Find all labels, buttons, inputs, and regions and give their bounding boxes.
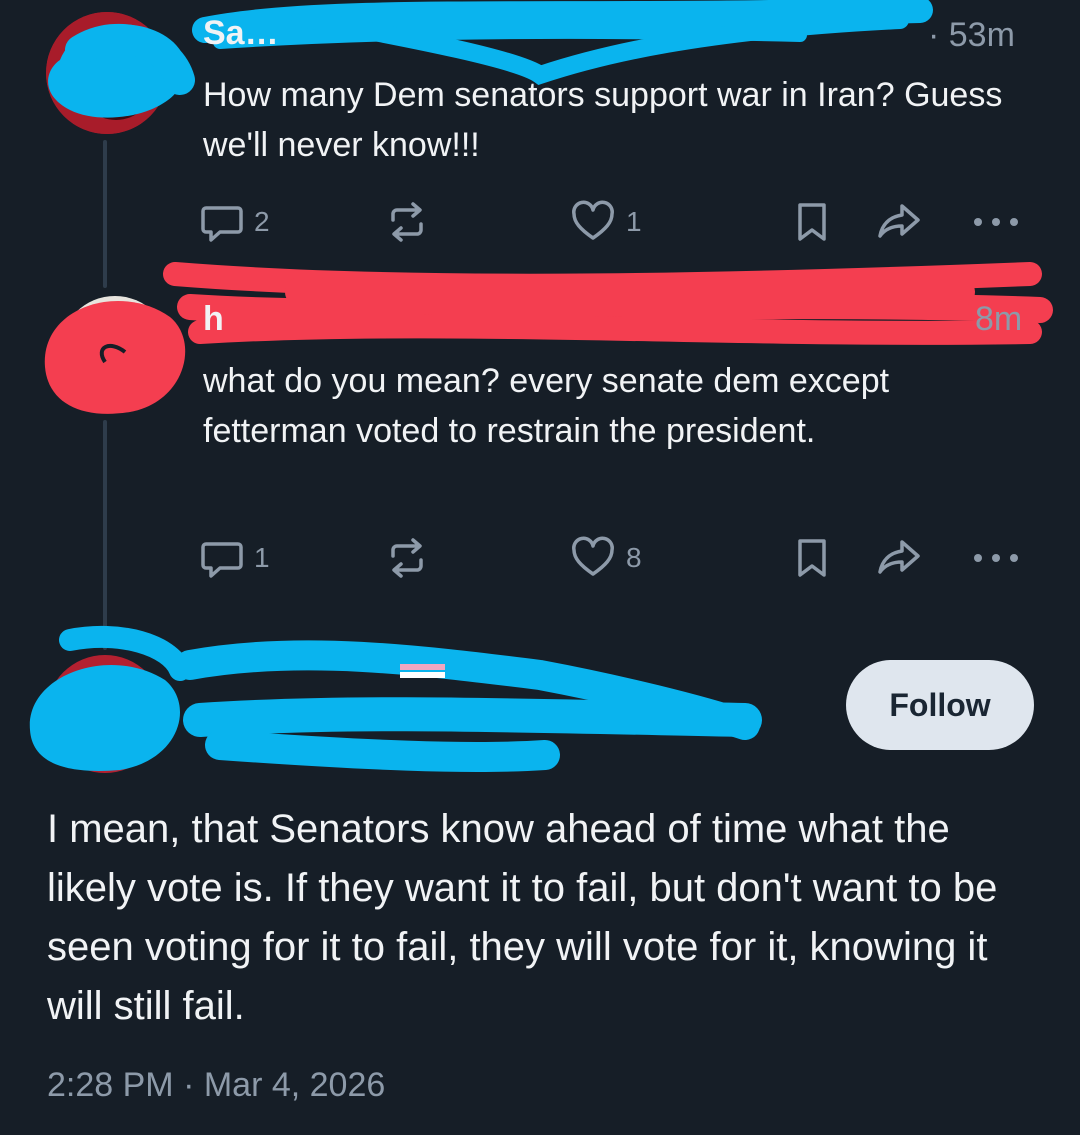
share-icon xyxy=(878,540,920,574)
bookmark-icon xyxy=(798,203,826,241)
post-time: · 53m xyxy=(928,16,1015,54)
share-button[interactable] xyxy=(876,533,924,583)
more-button[interactable] xyxy=(968,197,1024,247)
reply-button[interactable]: 1 xyxy=(200,533,270,583)
avatar-image xyxy=(46,12,168,134)
heart-icon xyxy=(572,536,614,576)
author-name[interactable]: Sa… xyxy=(203,14,279,52)
reply-count: 2 xyxy=(254,206,270,237)
post-timestamp: 2:28 PM · Mar 4, 2026 xyxy=(47,1066,386,1104)
repost-icon xyxy=(391,202,423,242)
bookmark-button[interactable] xyxy=(792,197,832,247)
post-body: what do you mean? every senate dem excep… xyxy=(203,356,1040,456)
post-header: h xyxy=(203,300,224,339)
post-text: How many Dem senators support war in Ira… xyxy=(203,76,1003,164)
post-actions: 2 1 xyxy=(200,197,1030,247)
like-count: 8 xyxy=(626,542,642,573)
share-icon xyxy=(878,204,920,238)
post-text: what do you mean? every senate dem excep… xyxy=(203,362,890,450)
more-icon xyxy=(974,554,1018,562)
more-button[interactable] xyxy=(968,533,1024,583)
post-actions: 1 8 xyxy=(200,533,1030,583)
thread-line-1 xyxy=(103,140,107,288)
reply-icon xyxy=(201,542,243,578)
repost-icon xyxy=(391,538,423,578)
reply-icon xyxy=(201,206,243,242)
repost-button[interactable] xyxy=(385,197,429,247)
post-time: 8m xyxy=(975,300,1023,338)
like-button[interactable]: 1 xyxy=(570,197,642,247)
post-header: Sa… xyxy=(203,14,279,53)
bookmark-icon xyxy=(798,539,826,577)
bookmark-button[interactable] xyxy=(792,533,832,583)
like-button[interactable]: 8 xyxy=(570,533,642,583)
author-name[interactable]: h xyxy=(203,300,224,338)
follow-button[interactable]: Follow xyxy=(846,660,1034,750)
avatar[interactable] xyxy=(46,655,164,773)
share-button[interactable] xyxy=(876,197,924,247)
repost-button[interactable] xyxy=(385,533,429,583)
reply-button[interactable]: 2 xyxy=(200,197,270,247)
thread-line-2 xyxy=(103,420,107,650)
post-body: How many Dem senators support war in Ira… xyxy=(203,70,1040,170)
like-count: 1 xyxy=(626,206,642,237)
avatar[interactable] xyxy=(60,296,170,406)
avatar[interactable] xyxy=(46,12,168,134)
reply-count: 1 xyxy=(254,542,270,573)
more-icon xyxy=(974,218,1018,226)
heart-icon xyxy=(572,200,614,240)
main-post-text: I mean, that Senators know ahead of time… xyxy=(47,807,998,1028)
